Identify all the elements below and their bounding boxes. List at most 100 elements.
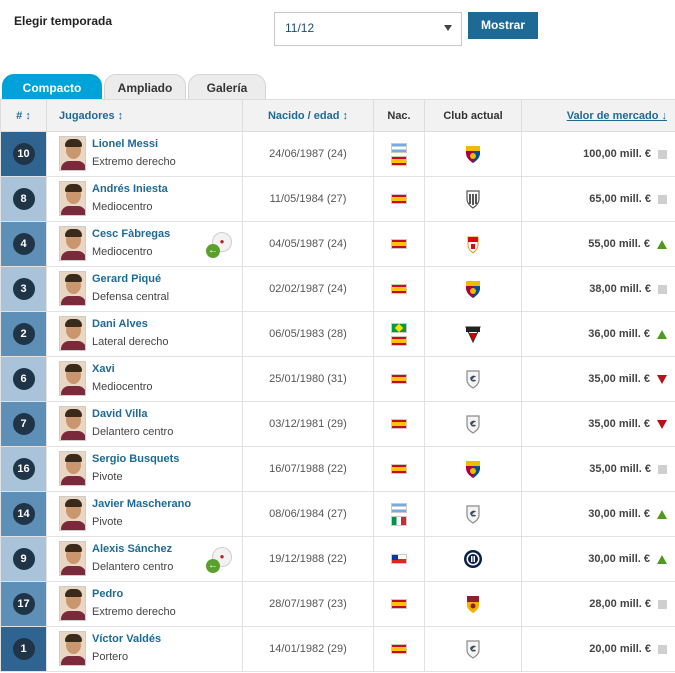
player-info: Sergio Busquets Pivote — [51, 447, 238, 491]
header-number[interactable]: # ↕ — [0, 99, 47, 132]
tab-compacto[interactable]: Compacto — [2, 74, 102, 100]
player-name-link[interactable]: Dani Alves — [92, 318, 148, 330]
season-select[interactable]: 11/12 — [274, 12, 462, 46]
cell-born: 08/06/1984 (27) — [242, 491, 374, 537]
cell-number: 16 — [0, 446, 47, 492]
cell-club — [424, 356, 522, 402]
player-photo[interactable] — [59, 451, 86, 486]
player-photo[interactable] — [59, 361, 86, 396]
player-name-link[interactable]: Pedro — [92, 588, 123, 600]
player-photo[interactable] — [59, 586, 86, 621]
market-value[interactable]: 28,00 mill. € — [589, 598, 651, 610]
season-label: Elegir temporada — [14, 14, 113, 28]
player-photo[interactable] — [59, 136, 86, 171]
trend-flat-icon — [658, 149, 667, 159]
player-name-link[interactable]: Sergio Busquets — [92, 453, 179, 465]
player-position: Delantero centro — [92, 426, 174, 438]
shirt-number-badge: 16 — [12, 458, 35, 480]
roma-crest-icon[interactable] — [463, 594, 483, 614]
inter-crest-icon[interactable] — [463, 549, 483, 569]
cell-born: 06/05/1983 (28) — [242, 311, 374, 357]
barcelona-crest-icon[interactable] — [463, 144, 483, 164]
retired-icon[interactable] — [463, 504, 483, 524]
header-born[interactable]: Nacido / edad ↕ — [242, 99, 374, 132]
player-photo[interactable] — [59, 226, 86, 261]
player-name-link[interactable]: David Villa — [92, 408, 147, 420]
cell-club — [424, 131, 522, 177]
player-photo[interactable] — [59, 181, 86, 216]
retired-icon[interactable] — [463, 414, 483, 434]
retired-icon[interactable] — [463, 369, 483, 389]
market-value[interactable]: 30,00 mill. € — [588, 553, 650, 565]
header-nat: Nac. — [373, 99, 425, 132]
table-row: 9 Alexis Sánchez Delantero centro ● ← 19/… — [0, 536, 675, 582]
market-value[interactable]: 35,00 mill. € — [589, 463, 651, 475]
player-name-link[interactable]: Javier Mascherano — [92, 498, 191, 510]
loan-badge[interactable]: ● ← — [206, 547, 234, 573]
cell-nationality — [373, 626, 425, 672]
cell-born: 02/02/1987 (24) — [242, 266, 374, 312]
player-name-link[interactable]: Xavi — [92, 363, 115, 375]
market-value[interactable]: 100,00 mill. € — [583, 148, 651, 160]
cell-nationality — [373, 221, 425, 267]
cell-club — [424, 581, 522, 627]
shirt-number-badge: 8 — [12, 188, 35, 210]
market-value[interactable]: 30,00 mill. € — [588, 508, 650, 520]
player-name-link[interactable]: Lionel Messi — [92, 138, 158, 150]
tab-galeria[interactable]: Galería — [188, 74, 266, 100]
loan-return-icon: ← — [206, 244, 220, 258]
player-photo[interactable] — [59, 631, 86, 666]
shirt-number-badge: 9 — [12, 548, 35, 570]
flag-it-icon — [391, 515, 407, 526]
market-value[interactable]: 65,00 mill. € — [589, 193, 651, 205]
cell-born: 04/05/1987 (24) — [242, 221, 374, 267]
market-value[interactable]: 38,00 mill. € — [589, 283, 651, 295]
player-photo[interactable] — [59, 406, 86, 441]
player-photo[interactable] — [59, 271, 86, 306]
market-value[interactable]: 55,00 mill. € — [588, 238, 650, 250]
player-name-link[interactable]: Víctor Valdés — [92, 633, 161, 645]
player-photo[interactable] — [59, 496, 86, 531]
market-value[interactable]: 20,00 mill. € — [589, 643, 651, 655]
barcelona-crest-icon[interactable] — [463, 279, 483, 299]
cell-player: Andrés Iniesta Mediocentro — [46, 176, 243, 222]
header-players[interactable]: Jugadores ↕ — [46, 99, 243, 132]
table-row: 7 David Villa Delantero centro 03/12/198… — [0, 401, 675, 447]
player-name-link[interactable]: Andrés Iniesta — [92, 183, 168, 195]
cell-nationality — [373, 536, 425, 582]
cell-nationality — [373, 491, 425, 537]
loan-badge[interactable]: ● ← — [206, 232, 234, 258]
monaco-crest-icon[interactable] — [463, 234, 483, 254]
shirt-number-badge: 1 — [12, 638, 35, 660]
sao-paulo-crest-icon[interactable] — [463, 324, 483, 344]
header-value[interactable]: Valor de mercado ↓ — [521, 99, 675, 132]
cell-club — [424, 221, 522, 267]
cell-nationality — [373, 446, 425, 492]
table-row: 3 Gerard Piqué Defensa central 02/02/198… — [0, 266, 675, 312]
market-value[interactable]: 36,00 mill. € — [588, 328, 650, 340]
player-photo[interactable] — [59, 541, 86, 576]
cell-value: 30,00 mill. € — [521, 491, 675, 537]
retired-icon[interactable] — [463, 639, 483, 659]
market-value[interactable]: 35,00 mill. € — [588, 373, 650, 385]
player-photo[interactable] — [59, 316, 86, 351]
player-info: Xavi Mediocentro — [51, 357, 238, 401]
cell-value: 20,00 mill. € — [521, 626, 675, 672]
market-value[interactable]: 35,00 mill. € — [588, 418, 650, 430]
player-position: Defensa central — [92, 291, 170, 303]
barcelona-crest-icon[interactable] — [463, 459, 483, 479]
show-button[interactable]: Mostrar — [468, 12, 538, 39]
tab-ampliado[interactable]: Ampliado — [104, 74, 186, 100]
player-info: Gerard Piqué Defensa central — [51, 267, 238, 311]
player-name-link[interactable]: Alexis Sánchez — [92, 543, 172, 555]
cell-nationality — [373, 401, 425, 447]
table-header-row: # ↕ Jugadores ↕ Nacido / edad ↕ Nac. Clu… — [0, 99, 675, 132]
cell-player: Alexis Sánchez Delantero centro ● ← — [46, 536, 243, 582]
player-info: Andrés Iniesta Mediocentro — [51, 177, 238, 221]
player-name-link[interactable]: Gerard Piqué — [92, 273, 161, 285]
player-position: Portero — [92, 651, 129, 663]
flag-es-icon — [391, 155, 407, 166]
player-name-link[interactable]: Cesc Fàbregas — [92, 228, 170, 240]
flag-es-icon — [391, 599, 407, 609]
vissel-kobe-crest-icon[interactable] — [463, 189, 483, 209]
